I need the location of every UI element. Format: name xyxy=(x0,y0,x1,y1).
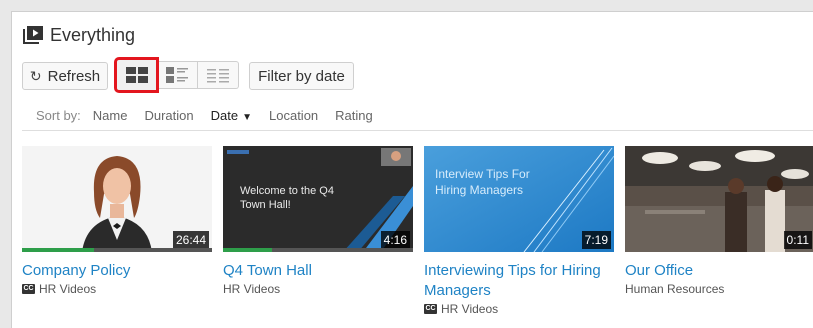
channel-name: HR Videos xyxy=(223,282,281,296)
watch-progress-bar xyxy=(223,248,413,252)
watch-progress-fill xyxy=(22,248,95,252)
list-detail-view-icon xyxy=(166,67,188,83)
sort-option-date-label: Date xyxy=(210,108,239,123)
sort-bar: Sort by: Name Duration Date ▼ Location Ra… xyxy=(36,108,390,123)
watch-progress-fill xyxy=(223,248,273,252)
video-thumbnail[interactable]: 0:11 xyxy=(625,146,813,252)
channel-name: Human Resources xyxy=(625,282,725,296)
video-thumbnail[interactable]: Welcome to the Q4 Town Hall! 4:16 xyxy=(223,146,413,252)
duration-badge: 0:11 xyxy=(783,231,812,249)
video-channel: CC HR Videos xyxy=(424,302,614,316)
compact-list-view-icon xyxy=(207,69,229,83)
watch-progress-bar xyxy=(22,248,212,252)
duration-badge: 4:16 xyxy=(380,231,410,249)
video-title[interactable]: Q4 Town Hall xyxy=(223,261,413,281)
duration-badge: 26:44 xyxy=(172,231,209,249)
video-title[interactable]: Our Office xyxy=(625,261,813,281)
sort-descending-icon: ▼ xyxy=(242,112,252,123)
playlist-icon xyxy=(23,26,43,44)
video-channel: Human Resources xyxy=(625,282,813,296)
slide-text: Interview Tips For Hiring Managers xyxy=(435,167,530,197)
sort-option-rating[interactable]: Rating xyxy=(335,108,373,123)
grid-view-button[interactable] xyxy=(114,57,159,93)
view-mode-group xyxy=(114,57,239,93)
list-detail-view-button[interactable] xyxy=(157,61,198,89)
grid-view-icon xyxy=(125,67,148,83)
video-card[interactable]: Welcome to the Q4 Town Hall! 4:16 Q4 Tow… xyxy=(223,146,413,296)
video-channel: CC HR Videos xyxy=(22,282,212,296)
sort-option-duration[interactable]: Duration xyxy=(144,108,193,123)
video-thumbnail[interactable]: Interview Tips For Hiring Managers 7:19 xyxy=(424,146,614,252)
video-card[interactable]: 26:44 Company Policy CC HR Videos xyxy=(22,146,212,296)
video-card[interactable]: 0:11 Our Office Human Resources xyxy=(625,146,813,296)
video-card[interactable]: Interview Tips For Hiring Managers 7:19 … xyxy=(424,146,614,316)
closed-captions-icon: CC xyxy=(22,284,35,294)
gallery-header: Everything xyxy=(23,23,135,47)
video-title[interactable]: Interviewing Tips for Hiring Managers xyxy=(424,261,614,301)
sort-option-name[interactable]: Name xyxy=(93,108,128,123)
closed-captions-icon: CC xyxy=(424,304,437,314)
sort-divider xyxy=(22,130,813,131)
slide-text: Welcome to the Q4 Town Hall! xyxy=(240,185,334,211)
video-thumbnail[interactable]: 26:44 xyxy=(22,146,212,252)
sort-option-date[interactable]: Date ▼ xyxy=(211,108,252,123)
sort-option-location[interactable]: Location xyxy=(269,108,318,123)
filter-by-date-button[interactable]: Filter by date xyxy=(249,62,354,90)
media-gallery-panel: Everything ↻ Refresh Filter by date Sort… xyxy=(11,11,813,328)
channel-name: HR Videos xyxy=(39,282,97,296)
refresh-label: Refresh xyxy=(47,67,101,85)
duration-badge: 7:19 xyxy=(581,231,611,249)
compact-list-view-button[interactable] xyxy=(198,61,239,89)
refresh-icon: ↻ xyxy=(29,67,42,84)
toolbar: ↻ Refresh Filter by date xyxy=(22,57,354,93)
video-title[interactable]: Company Policy xyxy=(22,261,212,281)
gallery-title: Everything xyxy=(50,24,136,45)
refresh-button[interactable]: ↻ Refresh xyxy=(22,62,108,90)
channel-name: HR Videos xyxy=(441,302,499,316)
sort-by-label: Sort by: xyxy=(36,108,81,123)
video-channel: HR Videos xyxy=(223,282,413,296)
